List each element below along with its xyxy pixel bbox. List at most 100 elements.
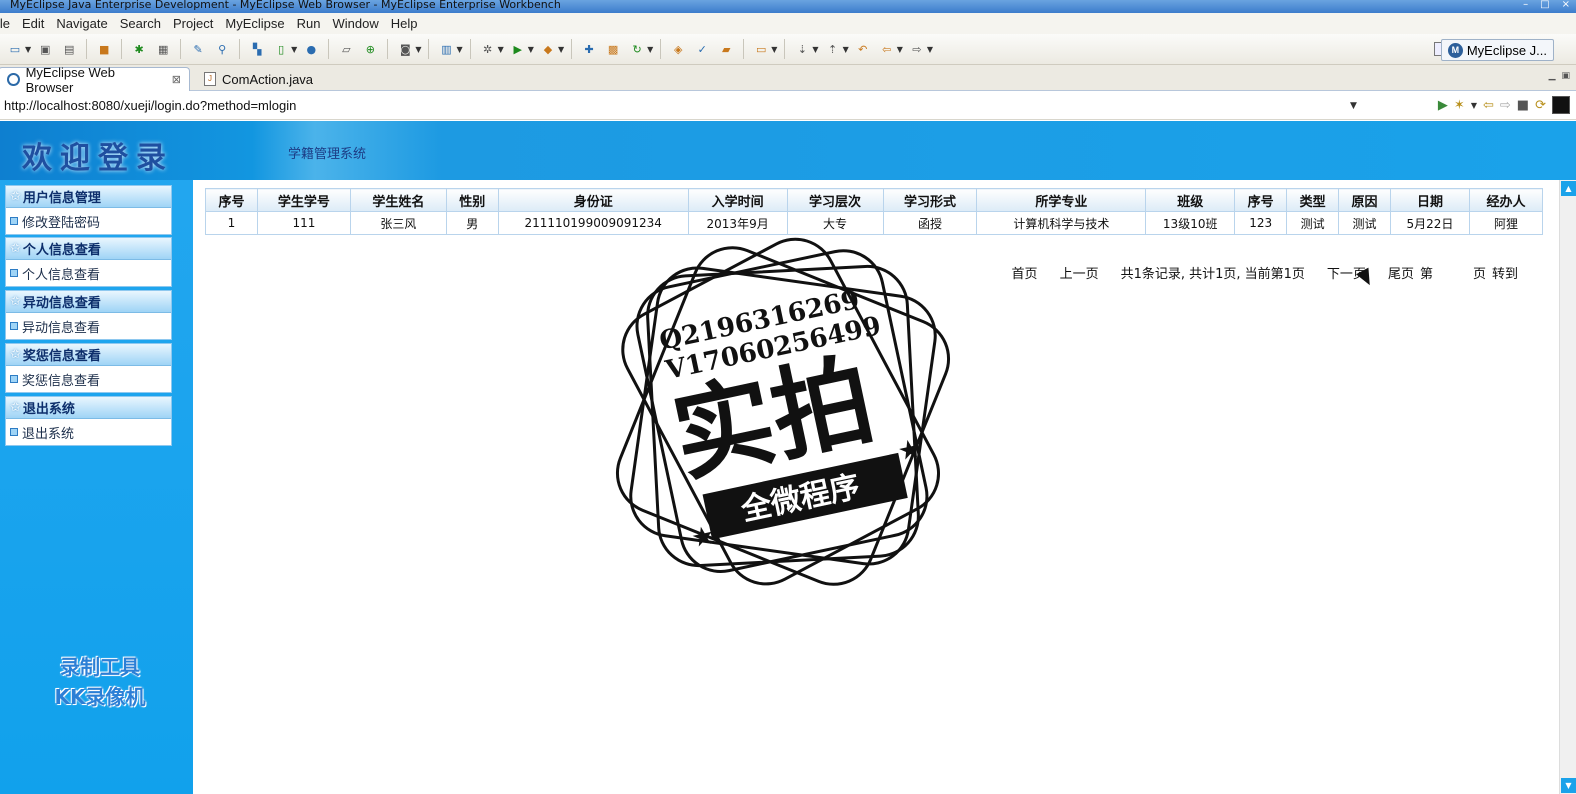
- column-header: 性别: [445, 188, 499, 212]
- close-icon[interactable]: ⊠: [172, 73, 181, 86]
- open-type-icon[interactable]: ◈: [669, 40, 687, 58]
- previous-annotation-icon[interactable]: ⇡: [824, 40, 842, 58]
- window-title-bar: MyEclipse Java Enterprise Development - …: [0, 0, 1576, 13]
- chevron-down-icon[interactable]: ▼: [843, 45, 849, 54]
- deploy-icon[interactable]: ✱: [130, 40, 148, 58]
- menu-file[interactable]: ile: [0, 16, 16, 31]
- chevron-down-icon[interactable]: ▼: [812, 45, 818, 54]
- sidebar-item-rewards[interactable]: 奖惩信息查看: [6, 366, 171, 392]
- file-icon[interactable]: ▯: [272, 40, 290, 58]
- chevron-down-icon[interactable]: ▼: [558, 45, 564, 54]
- forward-icon[interactable]: ⇨: [1500, 98, 1511, 113]
- chevron-down-icon[interactable]: ▼: [1471, 101, 1477, 110]
- sidebar-group-header[interactable]: ✩ 异动信息查看: [6, 291, 171, 313]
- chevron-down-icon[interactable]: ▼: [25, 45, 31, 54]
- hierarchy-icon[interactable]: ▚: [248, 40, 266, 58]
- perspective-switcher[interactable]: M MyEclipse J...: [1440, 39, 1554, 61]
- chevron-down-icon[interactable]: ▼: [647, 45, 653, 54]
- tab-comaction-java[interactable]: J ComAction.java: [196, 67, 334, 91]
- scroll-down-icon[interactable]: ▼: [1561, 778, 1576, 793]
- sidebar-item-label: 个人信息查看: [22, 267, 101, 283]
- first-page-link[interactable]: 首页: [1012, 263, 1038, 282]
- menu-myeclipse[interactable]: MyEclipse: [219, 16, 290, 31]
- clipboard-icon[interactable]: ▥: [437, 40, 455, 58]
- chevron-down-icon[interactable]: ▼: [927, 45, 933, 54]
- toolbar-divider: [428, 39, 430, 59]
- scroll-up-icon[interactable]: ▲: [1561, 181, 1576, 196]
- debug-icon[interactable]: ✲: [479, 40, 497, 58]
- column-header: 序号: [205, 188, 258, 212]
- browser-view-icon[interactable]: [1552, 96, 1570, 114]
- camera-icon[interactable]: ◙: [396, 40, 414, 58]
- task-icon[interactable]: ✓: [693, 40, 711, 58]
- new-icon[interactable]: ▭: [6, 40, 24, 58]
- sidebar-group-personal-info: ✩ 个人信息查看 个人信息查看: [5, 237, 172, 287]
- sidebar-item-change-password[interactable]: 修改登陆密码: [6, 208, 171, 234]
- chevron-down-icon[interactable]: ▼: [415, 45, 421, 54]
- close-button[interactable]: ×: [1562, 0, 1570, 10]
- sidebar-group-header[interactable]: ✩ 个人信息查看: [6, 238, 171, 260]
- menu-navigate[interactable]: Navigate: [50, 16, 113, 31]
- tab-web-browser[interactable]: MyEclipse Web Browser ⊠: [0, 65, 190, 95]
- save-icon[interactable]: ▣: [36, 40, 54, 58]
- bookmark-icon[interactable]: ✶: [1454, 98, 1465, 113]
- print-icon[interactable]: ▤: [60, 40, 78, 58]
- sidebar-group-header[interactable]: ✩ 用户信息管理: [6, 186, 171, 208]
- wizard-icon[interactable]: ✎: [189, 40, 207, 58]
- open-icon[interactable]: ▱: [337, 40, 355, 58]
- folder-icon[interactable]: ▭: [752, 40, 770, 58]
- chevron-down-icon[interactable]: ▼: [897, 45, 903, 54]
- menu-window[interactable]: Window: [327, 16, 385, 31]
- url-input[interactable]: http://localhost:8080/xueji/login.do?met…: [0, 98, 1350, 113]
- chevron-down-icon[interactable]: ▼: [528, 45, 534, 54]
- maximize-view-icon[interactable]: ▣: [1561, 71, 1570, 81]
- chevron-down-icon[interactable]: ▼: [291, 45, 297, 54]
- new-class-icon[interactable]: ✚: [580, 40, 598, 58]
- menu-help[interactable]: Help: [385, 16, 424, 31]
- stop-icon[interactable]: ■: [1517, 98, 1529, 113]
- open-folder-icon[interactable]: ▰: [717, 40, 735, 58]
- add-icon[interactable]: ⊕: [361, 40, 379, 58]
- refresh-icon[interactable]: ↻: [628, 40, 646, 58]
- toolbar-divider: [239, 39, 241, 59]
- page-number-input[interactable]: [1434, 262, 1465, 282]
- menu-project[interactable]: Project: [167, 16, 219, 31]
- run-icon[interactable]: ▶: [509, 40, 527, 58]
- chevron-down-icon[interactable]: ▼: [771, 45, 777, 54]
- goto-button[interactable]: 转到: [1492, 263, 1518, 282]
- maximize-button[interactable]: □: [1540, 0, 1549, 10]
- sidebar-item-personal-info[interactable]: 个人信息查看: [6, 260, 171, 286]
- chevron-down-icon[interactable]: ▼: [456, 45, 462, 54]
- table-cell: 测试: [1286, 211, 1340, 235]
- search-icon[interactable]: ⚲: [213, 40, 231, 58]
- go-icon[interactable]: ▶: [1438, 98, 1448, 113]
- last-edit-icon[interactable]: ↶: [854, 40, 872, 58]
- bullet-icon: [10, 269, 18, 277]
- menu-search[interactable]: Search: [114, 16, 167, 31]
- chevron-down-icon[interactable]: ▼: [498, 45, 504, 54]
- new-package-icon[interactable]: ▩: [604, 40, 622, 58]
- package-icon[interactable]: ■: [95, 40, 113, 58]
- sidebar-group-header[interactable]: ✩ 退出系统: [6, 397, 171, 419]
- vertical-scrollbar[interactable]: ▲ ▼: [1559, 180, 1576, 794]
- sidebar-item-change-info[interactable]: 异动信息查看: [6, 313, 171, 339]
- last-page-link[interactable]: 尾页: [1388, 263, 1414, 282]
- menu-edit[interactable]: Edit: [16, 16, 50, 31]
- sidebar-item-logout[interactable]: 退出系统: [6, 419, 171, 445]
- menu-run[interactable]: Run: [291, 16, 327, 31]
- prev-page-link[interactable]: 上一页: [1060, 263, 1099, 282]
- back-icon[interactable]: ⇦: [878, 40, 896, 58]
- minimize-button[interactable]: –: [1523, 0, 1528, 10]
- minimize-view-icon[interactable]: ▁: [1549, 71, 1556, 81]
- star-icon: ✩: [10, 400, 21, 415]
- next-annotation-icon[interactable]: ⇣: [793, 40, 811, 58]
- refresh-icon[interactable]: ⟳: [1535, 98, 1546, 113]
- globe-icon[interactable]: ●: [302, 40, 320, 58]
- back-icon[interactable]: ⇦: [1483, 98, 1494, 113]
- forward-icon[interactable]: ⇨: [908, 40, 926, 58]
- column-header: 班级: [1145, 188, 1236, 212]
- external-tools-icon[interactable]: ◆: [539, 40, 557, 58]
- server-icon[interactable]: ▦: [154, 40, 172, 58]
- sidebar-group-header[interactable]: ✩ 奖惩信息查看: [6, 344, 171, 366]
- url-dropdown-icon[interactable]: ▼: [1350, 101, 1357, 111]
